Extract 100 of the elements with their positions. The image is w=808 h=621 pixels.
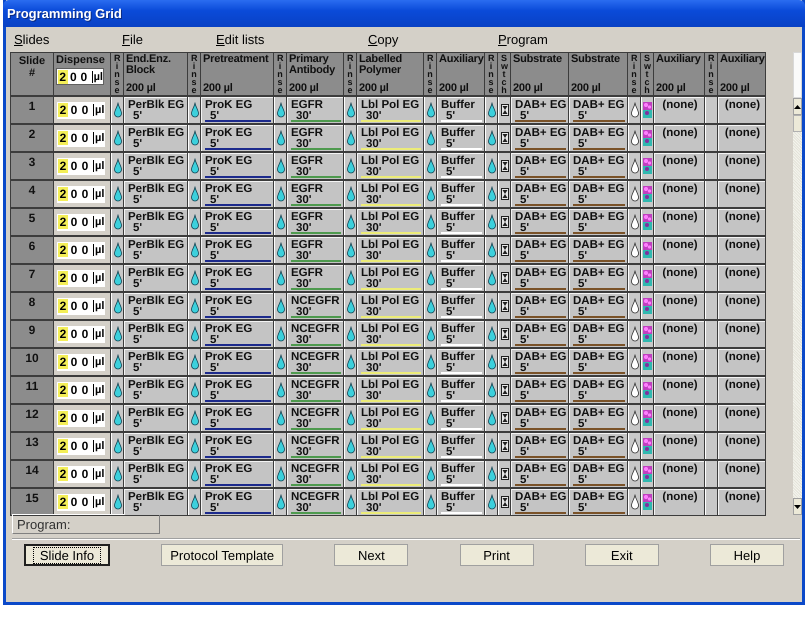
reagent-cell[interactable]: DAB+ EG 5' [569,293,627,319]
reagent-cell[interactable]: EGFR 30' [287,125,343,151]
reagent-cell[interactable]: DAB+ EG 5' [511,461,568,487]
reagent-cell[interactable]: DAB+ EG 5' [569,125,627,151]
reagent-cell[interactable]: EGFR 30' [287,181,343,207]
reagent-cell[interactable]: PerBlk EG 5' [124,237,187,263]
reagent-cell[interactable]: ProK EG 5' [201,265,273,291]
dispense-volume-field[interactable]: 2 0 0 µl [57,298,105,314]
reagent-cell[interactable]: (none) [718,209,765,235]
reagent-cell[interactable]: Buffer 5' [437,97,484,123]
reagent-cell[interactable]: ProK EG 5' [201,461,273,487]
dispense-volume-field[interactable]: 2 0 0 µl [57,242,105,258]
reagent-cell[interactable]: DAB+ EG 5' [569,349,627,375]
reagent-cell[interactable]: Lbl Pol EG 30' [357,489,423,515]
reagent-cell[interactable]: Lbl Pol EG 30' [357,209,423,235]
reagent-cell[interactable]: DAB+ EG 5' [569,405,627,431]
reagent-cell[interactable]: Buffer 5' [437,209,484,235]
reagent-cell[interactable]: (none) [654,237,704,263]
reagent-cell[interactable]: EGFR 30' [287,237,343,263]
menu-item[interactable]: Slides [10,32,118,46]
reagent-cell[interactable]: ProK EG 5' [201,489,273,515]
reagent-cell[interactable]: ProK EG 5' [201,209,273,235]
action-button[interactable]: Help [710,544,784,566]
reagent-cell[interactable]: DAB+ EG 5' [511,349,568,375]
reagent-cell[interactable]: Lbl Pol EG 30' [357,405,423,431]
reagent-cell[interactable]: PerBlk EG 5' [124,405,187,431]
reagent-cell[interactable]: (none) [718,433,765,459]
reagent-cell[interactable]: Lbl Pol EG 30' [357,377,423,403]
reagent-cell[interactable]: ProK EG 5' [201,153,273,179]
reagent-cell[interactable]: NCEGFR 30' [287,433,343,459]
reagent-cell[interactable]: ProK EG 5' [201,433,273,459]
reagent-cell[interactable]: (none) [654,181,704,207]
reagent-cell[interactable]: (none) [654,461,704,487]
reagent-cell[interactable]: Buffer 5' [437,321,484,347]
reagent-cell[interactable]: ProK EG 5' [201,405,273,431]
menu-item[interactable]: File [118,32,212,46]
reagent-cell[interactable]: (none) [718,125,765,151]
reagent-cell[interactable]: EGFR 30' [287,265,343,291]
reagent-cell[interactable]: ProK EG 5' [201,181,273,207]
reagent-cell[interactable]: PerBlk EG 5' [124,489,187,515]
reagent-cell[interactable]: ProK EG 5' [201,321,273,347]
reagent-cell[interactable]: DAB+ EG 5' [569,153,627,179]
reagent-cell[interactable]: DAB+ EG 5' [511,321,568,347]
reagent-cell[interactable]: DAB+ EG 5' [511,209,568,235]
dispense-volume-field[interactable]: 2 0 0 µl [57,270,105,286]
reagent-cell[interactable]: Lbl Pol EG 30' [357,237,423,263]
reagent-cell[interactable]: EGFR 30' [287,209,343,235]
reagent-cell[interactable]: Buffer 5' [437,181,484,207]
reagent-cell[interactable]: (none) [718,349,765,375]
reagent-cell[interactable]: NCEGFR 30' [287,461,343,487]
reagent-cell[interactable]: Buffer 5' [437,265,484,291]
reagent-cell[interactable]: DAB+ EG 5' [511,405,568,431]
reagent-cell[interactable]: (none) [654,293,704,319]
reagent-cell[interactable]: NCEGFR 30' [287,377,343,403]
reagent-cell[interactable]: DAB+ EG 5' [511,125,568,151]
reagent-cell[interactable]: DAB+ EG 5' [569,433,627,459]
dispense-volume-field[interactable]: 2 0 0 µl [57,438,105,454]
menu-item[interactable]: Edit lists [212,32,364,46]
reagent-cell[interactable]: (none) [654,321,704,347]
reagent-cell[interactable]: Buffer 5' [437,377,484,403]
reagent-cell[interactable]: (none) [654,405,704,431]
reagent-cell[interactable]: ProK EG 5' [201,377,273,403]
reagent-cell[interactable]: Lbl Pol EG 30' [357,321,423,347]
reagent-cell[interactable]: DAB+ EG 5' [511,181,568,207]
reagent-cell[interactable]: Buffer 5' [437,125,484,151]
reagent-cell[interactable]: ProK EG 5' [201,293,273,319]
reagent-cell[interactable]: Lbl Pol EG 30' [357,97,423,123]
reagent-cell[interactable]: (none) [654,349,704,375]
reagent-cell[interactable]: PerBlk EG 5' [124,321,187,347]
dispense-volume-field[interactable]: 2 0 0 µl [57,354,105,370]
vertical-scrollbar[interactable] [793,52,802,515]
reagent-cell[interactable]: DAB+ EG 5' [569,489,627,515]
reagent-cell[interactable]: PerBlk EG 5' [124,97,187,123]
dispense-volume-field[interactable]: 2 0 0 µl [56,68,104,85]
scroll-thumb[interactable] [793,115,802,132]
reagent-cell[interactable]: DAB+ EG 5' [511,489,568,515]
reagent-cell[interactable]: (none) [718,405,765,431]
reagent-cell[interactable]: Buffer 5' [437,349,484,375]
reagent-cell[interactable]: EGFR 30' [287,97,343,123]
dispense-volume-field[interactable]: 2 0 0 µl [57,466,105,482]
reagent-cell[interactable]: (none) [654,125,704,151]
reagent-cell[interactable]: Lbl Pol EG 30' [357,461,423,487]
reagent-cell[interactable]: ProK EG 5' [201,237,273,263]
reagent-cell[interactable]: PerBlk EG 5' [124,377,187,403]
reagent-cell[interactable]: Lbl Pol EG 30' [357,349,423,375]
action-button[interactable]: Protocol Template [161,544,284,566]
reagent-cell[interactable]: DAB+ EG 5' [511,265,568,291]
reagent-cell[interactable]: (none) [654,209,704,235]
reagent-cell[interactable]: DAB+ EG 5' [511,433,568,459]
dispense-volume-field[interactable]: 2 0 0 µl [57,186,105,202]
reagent-cell[interactable]: PerBlk EG 5' [124,209,187,235]
reagent-cell[interactable]: Lbl Pol EG 30' [357,125,423,151]
reagent-cell[interactable]: Lbl Pol EG 30' [357,433,423,459]
dispense-volume-field[interactable]: 2 0 0 µl [57,326,105,342]
reagent-cell[interactable]: (none) [718,293,765,319]
dispense-volume-field[interactable]: 2 0 0 µl [57,410,105,426]
reagent-cell[interactable]: ProK EG 5' [201,349,273,375]
menu-item[interactable]: Copy [364,32,494,46]
reagent-cell[interactable]: DAB+ EG 5' [569,265,627,291]
reagent-cell[interactable]: DAB+ EG 5' [569,181,627,207]
